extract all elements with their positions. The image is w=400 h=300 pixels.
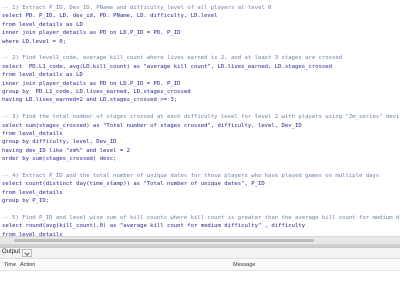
- code-line[interactable]: group by PD.L1_code, LD.lives_earned, LD…: [2, 88, 191, 96]
- code-line[interactable]: having LD.lives_earned=2 and LD.stages_c…: [2, 96, 177, 104]
- code-line[interactable]: select count(distinct day(time_stamp)) a…: [2, 180, 265, 188]
- comment-line[interactable]: -- 3) Find the total number of stages cr…: [2, 113, 400, 121]
- code-line[interactable]: from level_details: [2, 189, 63, 197]
- comment-line[interactable]: -- 1) Extract P_ID, Dev_ID, PName and di…: [2, 4, 271, 12]
- comment-line[interactable]: -- 2) Find level1_code, average kill_cou…: [2, 54, 342, 62]
- column-message[interactable]: Message: [233, 262, 255, 268]
- code-line[interactable]: inner join player_details as PD on LD.P_…: [2, 80, 181, 88]
- code-line[interactable]: select PD. P_ID, LD. dev_id, PD. PName, …: [2, 12, 218, 20]
- code-line[interactable]: having dev_ID like "zm%" and level = 2: [2, 147, 130, 155]
- chevron-down-icon: [24, 250, 30, 256]
- scroll-thumb[interactable]: [14, 239, 314, 242]
- column-action[interactable]: Action: [20, 262, 35, 268]
- output-title: Output: [2, 249, 21, 255]
- column-time[interactable]: Time: [4, 262, 16, 268]
- code-line[interactable]: select sum(stages_crossed) as "Total num…: [2, 122, 302, 130]
- code-line[interactable]: from level_details: [2, 130, 63, 138]
- code-line[interactable]: from level_details as LD: [2, 21, 83, 29]
- output-header: Output: [0, 248, 400, 259]
- code-line[interactable]: from level_details as LD: [2, 71, 83, 79]
- code-line[interactable]: select PD.L1_code, avg(LD.kill_count) as…: [2, 63, 332, 71]
- code-line[interactable]: select round(avg(kill_count),0) as "aver…: [2, 222, 305, 230]
- output-panel: Output Time Action Message: [0, 247, 400, 300]
- code-line[interactable]: inner join player_details as PD on LD.P_…: [2, 29, 181, 37]
- output-type-dropdown[interactable]: [22, 249, 32, 257]
- comment-line[interactable]: -- 4) Extract P_ID and the total number …: [2, 172, 379, 180]
- sql-editor[interactable]: -- 1) Extract P_ID, Dev_ID, PName and di…: [0, 0, 400, 236]
- code-line[interactable]: group by difficulty, level, Dev_ID: [2, 138, 117, 146]
- horizontal-scrollbar[interactable]: [0, 236, 400, 244]
- code-line[interactable]: order by sum(stages_crossed) desc;: [2, 155, 117, 163]
- code-line[interactable]: group by P_ID;: [2, 197, 49, 205]
- comment-line[interactable]: -- 5) Find P_ID and level wise sum of ki…: [2, 214, 400, 222]
- output-column-headers: Time Action Message: [0, 260, 400, 271]
- code-line[interactable]: where LD.level = 0;: [2, 38, 66, 46]
